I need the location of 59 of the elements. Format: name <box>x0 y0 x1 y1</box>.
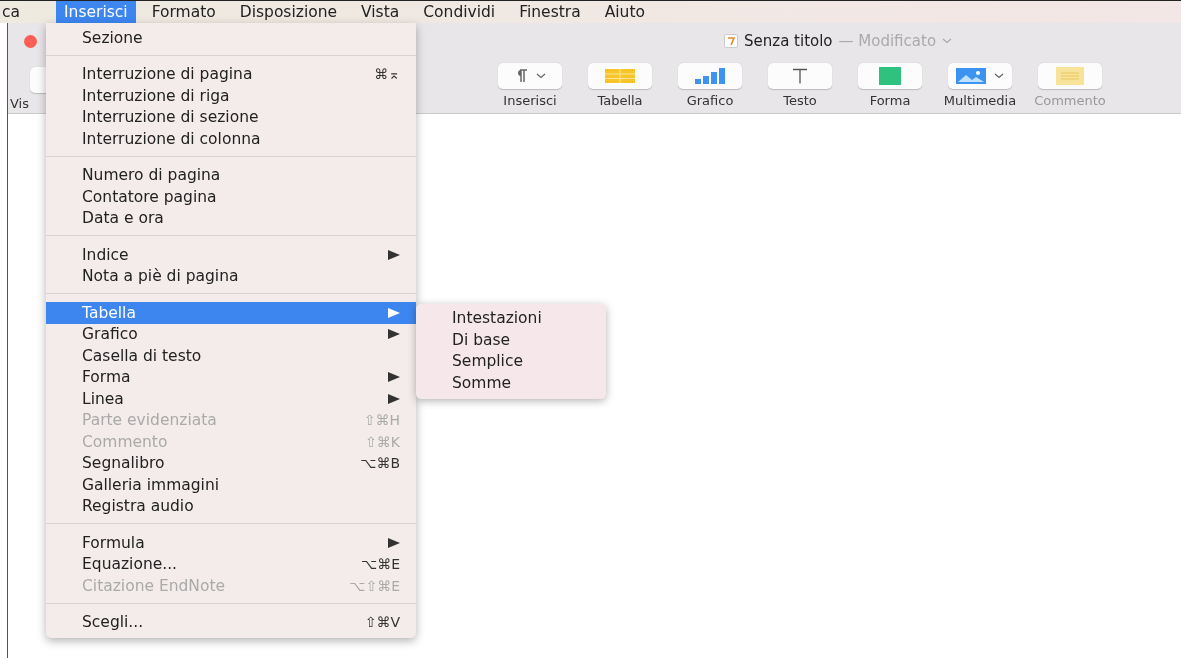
text-icon <box>792 68 808 84</box>
toolbar-label: Testo <box>783 93 817 108</box>
menu-item[interactable]: Forma <box>46 366 416 388</box>
toolbar-label: Forma <box>869 93 911 108</box>
menu-bar-item[interactable]: Aiuto <box>596 1 653 23</box>
menu-item[interactable]: Sezione <box>46 27 416 49</box>
square-icon <box>879 67 901 85</box>
toolbar-label: Tabella <box>597 93 643 108</box>
menu-item[interactable]: Galleria immagini <box>46 474 416 496</box>
menu-item[interactable]: Nota a piè di pagina <box>46 265 416 287</box>
image-icon <box>956 68 986 84</box>
menu-item[interactable]: Contatore pagina <box>46 186 416 208</box>
menu-item[interactable]: Interruzione di riga <box>46 85 416 107</box>
toolbar-button[interactable] <box>588 63 652 89</box>
menu-item[interactable]: Tabella <box>46 302 416 324</box>
toolbar-label: Multimedia <box>943 93 1017 108</box>
menu-item[interactable]: Formula <box>46 532 416 554</box>
chevron-icon[interactable] <box>942 38 953 44</box>
window-title: Senza titolo <box>744 32 833 50</box>
menu-bar-item[interactable]: Formato <box>143 1 224 23</box>
menu-bar-item[interactable]: ca <box>0 1 29 23</box>
menu-item[interactable]: Linea <box>46 388 416 410</box>
menu-bar-item[interactable]: Vista <box>353 1 408 23</box>
chevron-icon <box>536 73 546 79</box>
toolbar-button[interactable] <box>498 63 562 89</box>
table-icon <box>605 69 635 83</box>
note-icon <box>1056 67 1084 85</box>
menu-bar-item[interactable]: Inserisci <box>56 1 136 23</box>
toolbar-button[interactable] <box>678 63 742 89</box>
menu-item[interactable]: Segnalibro ⌥⌘B <box>46 452 416 474</box>
menu-item[interactable]: Scegli... ⇧⌘V <box>46 611 416 633</box>
toolbar-button[interactable] <box>768 63 832 89</box>
menu-item[interactable]: Numero di pagina <box>46 164 416 186</box>
toolbar-button[interactable] <box>948 63 1012 89</box>
menu-item[interactable]: Interruzione di colonna <box>46 128 416 150</box>
toolbar-label: Commento <box>1034 93 1106 108</box>
menu-item[interactable]: Grafico <box>46 323 416 345</box>
menu-item[interactable]: Equazione... ⌥⌘E <box>46 553 416 575</box>
menu-item[interactable]: Interruzione di sezione <box>46 106 416 128</box>
menu-item[interactable]: Casella di testo <box>46 345 416 367</box>
toolbar-label: Grafico <box>686 93 734 108</box>
menu-item[interactable]: Di base <box>416 329 606 351</box>
menu-item[interactable]: Interruzione di pagina ⌘⌅ <box>46 63 416 85</box>
close-button[interactable] <box>24 34 37 48</box>
menu-item[interactable]: Semplice <box>416 351 606 373</box>
menu-item[interactable]: Registra audio <box>46 495 416 517</box>
menu-item[interactable]: Intestazioni <box>416 308 606 330</box>
menu-bar-item[interactable]: Disposizione <box>231 1 346 23</box>
bar-chart-icon <box>695 68 725 84</box>
chevron-icon <box>994 73 1004 79</box>
toolbar-label: Inserisci <box>503 93 557 108</box>
menu-item[interactable]: Somme <box>416 372 606 394</box>
menu-bar-item[interactable]: Finestra <box>511 1 589 23</box>
toolbar-button[interactable] <box>858 63 922 89</box>
menu-item[interactable]: Indice <box>46 244 416 266</box>
document-icon <box>724 34 738 48</box>
menu-item[interactable]: Data e ora <box>46 207 416 229</box>
toolbar-label: Vis <box>10 96 29 111</box>
menu-bar-item[interactable]: Condividi <box>415 1 504 23</box>
